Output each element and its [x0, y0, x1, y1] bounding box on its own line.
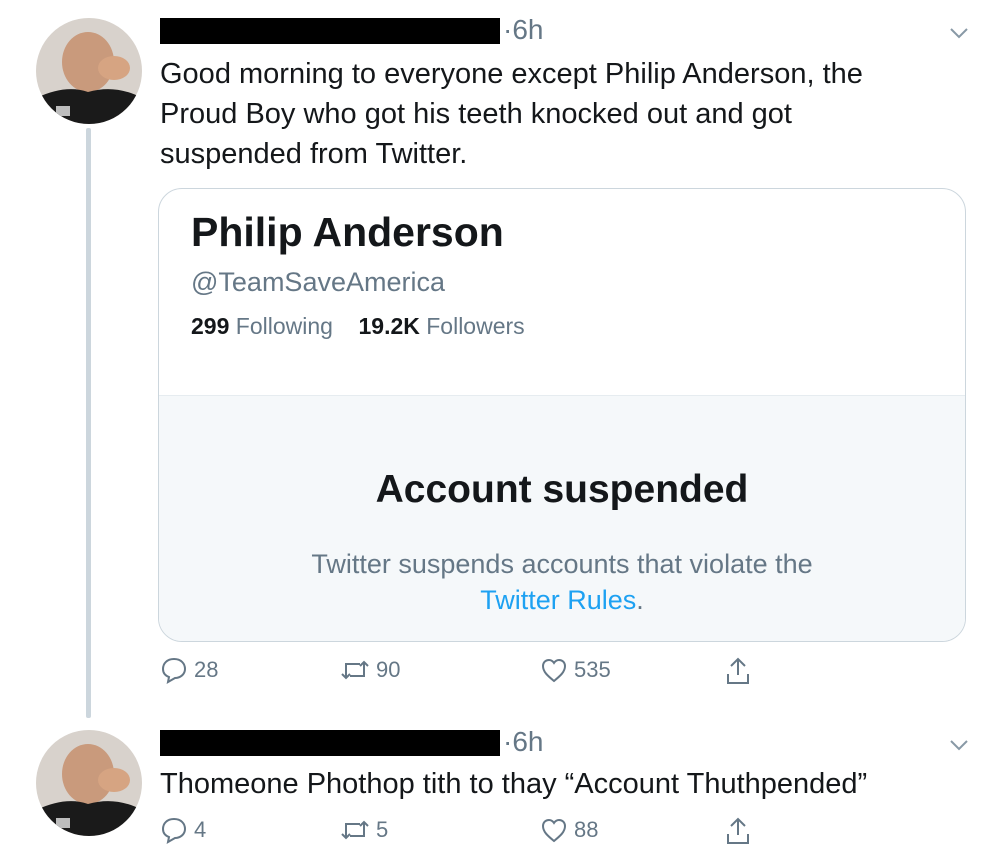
- like-button[interactable]: 535: [540, 656, 611, 684]
- suspended-text-line: Twitter suspends accounts that violate t…: [311, 549, 813, 579]
- avatar-image: [36, 730, 142, 836]
- reply-button[interactable]: 4: [160, 816, 206, 844]
- tweet-actions: 28 90 535: [160, 656, 780, 692]
- tweet-text-line: Proud Boy who got his teeth knocked out …: [160, 98, 792, 130]
- like-button[interactable]: 88: [540, 816, 598, 844]
- tweet-text-line: suspended from Twitter.: [160, 138, 468, 170]
- heart-icon: [541, 818, 567, 843]
- chevron-down-icon[interactable]: [948, 22, 970, 44]
- thread-connector: [86, 128, 91, 718]
- followers-count: 19.2K: [358, 313, 420, 339]
- reply-count: 28: [194, 657, 219, 682]
- followers-label: Followers: [426, 313, 525, 339]
- profile-name: Philip Anderson: [191, 209, 504, 255]
- profile-card[interactable]: Philip Anderson @TeamSaveAmerica 299 Fol…: [158, 188, 966, 642]
- share-button[interactable]: [724, 656, 752, 686]
- tweet-time[interactable]: ·6h: [503, 14, 543, 46]
- speech-bubble-icon: [161, 657, 187, 684]
- tweet-text-line: Good morning to everyone except Philip A…: [160, 58, 863, 90]
- reply-button[interactable]: 28: [160, 656, 218, 684]
- profile-stats: 299 Following 19.2K Followers: [191, 313, 525, 340]
- retweet-button[interactable]: 5: [340, 816, 388, 844]
- following-count: 299: [191, 313, 230, 339]
- avatar[interactable]: [36, 730, 142, 836]
- profile-handle: @TeamSaveAmerica: [191, 267, 445, 297]
- tweet-time[interactable]: ·6h: [503, 726, 543, 758]
- like-count: 535: [574, 657, 611, 682]
- suspended-period: .: [636, 585, 644, 615]
- heart-icon: [541, 658, 567, 683]
- suspended-notice: Account suspended Twitter suspends accou…: [159, 395, 965, 641]
- redacted-username: [160, 18, 500, 44]
- tweet-text: Good morning to everyone except Philip A…: [160, 54, 960, 174]
- retweet-count: 5: [376, 817, 389, 842]
- speech-bubble-icon: [161, 817, 187, 844]
- twitter-rules-link[interactable]: Twitter Rules: [480, 585, 636, 615]
- share-button[interactable]: [724, 816, 752, 846]
- avatar[interactable]: [36, 18, 142, 124]
- chevron-down-icon[interactable]: [948, 734, 970, 756]
- redacted-username: [160, 730, 500, 756]
- retweet-count: 90: [376, 657, 401, 682]
- retweet-icon: [341, 660, 369, 680]
- retweet-button[interactable]: 90: [340, 656, 400, 684]
- reply-count: 4: [194, 817, 207, 842]
- share-icon: [727, 657, 749, 684]
- share-icon: [727, 817, 749, 844]
- retweet-icon: [341, 820, 369, 840]
- following-label: Following: [235, 313, 333, 339]
- tweet-actions: 4 5 88: [160, 816, 780, 852]
- suspended-text: Twitter suspends accounts that violate t…: [159, 546, 965, 618]
- avatar-image: [36, 18, 142, 124]
- like-count: 88: [574, 817, 599, 842]
- tweet-text: Thomeone Phothop tith to thay “Account T…: [160, 768, 868, 800]
- suspended-title: Account suspended: [375, 468, 749, 511]
